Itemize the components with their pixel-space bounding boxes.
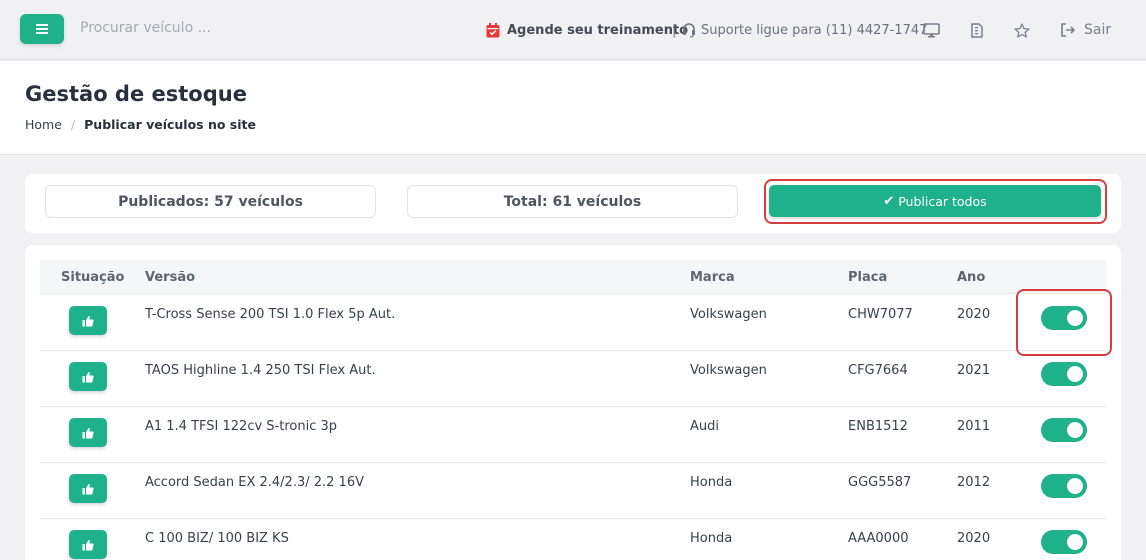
publish-all-label: Publicar todos xyxy=(898,193,987,209)
summary-card: Publicados: 57 veículos Total: 61 veícul… xyxy=(25,174,1121,233)
cell-ano: 2020 xyxy=(957,307,991,322)
separator: | xyxy=(672,22,677,38)
menu-button[interactable] xyxy=(20,14,64,44)
table-row: Accord Sedan EX 2.4/2.3/ 2.2 16V Honda G… xyxy=(40,463,1106,519)
schedule-training-label: Agende seu treinamento xyxy=(507,22,689,38)
support-label: Suporte ligue para (11) 4427-1747 xyxy=(701,22,928,38)
col-ano: Ano xyxy=(957,270,986,285)
cell-placa: ENB1512 xyxy=(848,419,908,434)
thumbs-up-icon xyxy=(82,539,94,550)
publish-all-button[interactable]: ✔ Publicar todos xyxy=(769,185,1101,217)
table-row: C 100 BIZ/ 100 BIZ KS Honda AAA0000 2020 xyxy=(40,519,1106,560)
total-count: Total: 61 veículos xyxy=(407,185,738,218)
thumbs-up-button[interactable] xyxy=(69,474,107,503)
thumbs-up-icon xyxy=(82,483,94,494)
col-situacao: Situação xyxy=(61,270,125,285)
table-row: TAOS Highline 1.4 250 TSI Flex Aut. Volk… xyxy=(40,351,1106,407)
vehicles-table-card: Situação Versão Marca Placa Ano T-Cross … xyxy=(25,245,1121,560)
logout-button[interactable]: Sair xyxy=(1060,0,1111,60)
cell-placa: AAA0000 xyxy=(848,531,909,546)
publish-toggle[interactable] xyxy=(1041,418,1087,442)
col-placa: Placa xyxy=(848,270,888,285)
cell-versao: T-Cross Sense 200 TSI 1.0 Flex 5p Aut. xyxy=(145,307,396,322)
breadcrumb: Home / Publicar veículos no site xyxy=(25,117,256,132)
cell-marca: Volkswagen xyxy=(690,363,767,378)
breadcrumb-home[interactable]: Home xyxy=(25,117,62,132)
toggle-knob xyxy=(1067,310,1083,326)
publish-toggle[interactable] xyxy=(1041,306,1087,330)
toggle-knob xyxy=(1067,366,1083,382)
page-header: Gestão de estoque Home / Publicar veícul… xyxy=(0,61,1146,155)
cell-ano: 2012 xyxy=(957,475,991,490)
table-row: T-Cross Sense 200 TSI 1.0 Flex 5p Aut. V… xyxy=(40,295,1106,351)
headset-icon xyxy=(683,23,695,38)
thumbs-up-icon xyxy=(82,371,94,382)
table-row: A1 1.4 TFSI 122cv S-tronic 3p Audi ENB15… xyxy=(40,407,1106,463)
cell-marca: Honda xyxy=(690,531,733,546)
breadcrumb-current: Publicar veículos no site xyxy=(84,117,256,132)
top-bar: Agende seu treinamento | Suporte ligue p… xyxy=(0,0,1146,60)
cell-marca: Volkswagen xyxy=(690,307,767,322)
menu-icon xyxy=(36,28,48,30)
thumbs-up-button[interactable] xyxy=(69,306,107,335)
cell-ano: 2011 xyxy=(957,419,991,434)
cell-placa: CHW7077 xyxy=(848,307,913,322)
breadcrumb-separator: / xyxy=(70,117,76,132)
publish-toggle[interactable] xyxy=(1041,530,1087,554)
published-count: Publicados: 57 veículos xyxy=(45,185,376,218)
logout-icon xyxy=(1061,23,1076,37)
monitor-icon[interactable] xyxy=(922,22,940,38)
thumbs-up-button[interactable] xyxy=(69,362,107,391)
col-marca: Marca xyxy=(690,270,735,285)
publish-toggle[interactable] xyxy=(1041,362,1087,386)
cell-ano: 2021 xyxy=(957,363,991,378)
thumbs-up-button[interactable] xyxy=(69,530,107,559)
star-icon[interactable] xyxy=(1013,22,1031,38)
document-icon[interactable] xyxy=(968,22,986,38)
cell-marca: Audi xyxy=(690,419,719,434)
check-icon: ✔ xyxy=(883,193,895,209)
thumbs-up-icon xyxy=(82,315,94,326)
support-info: Suporte ligue para (11) 4427-1747 xyxy=(681,0,927,60)
toggle-knob xyxy=(1067,478,1083,494)
cell-ano: 2020 xyxy=(957,531,991,546)
toggle-knob xyxy=(1067,422,1083,438)
toggle-knob xyxy=(1067,534,1083,550)
schedule-training-link[interactable]: Agende seu treinamento xyxy=(486,0,688,60)
cell-versao: A1 1.4 TFSI 122cv S-tronic 3p xyxy=(145,419,338,434)
cell-placa: GGG5587 xyxy=(848,475,912,490)
col-versao: Versão xyxy=(145,270,196,285)
search-input[interactable] xyxy=(80,20,340,36)
cell-versao: C 100 BIZ/ 100 BIZ KS xyxy=(145,531,289,546)
publish-toggle[interactable] xyxy=(1041,474,1087,498)
table-header: Situação Versão Marca Placa Ano xyxy=(40,260,1106,294)
page-title: Gestão de estoque xyxy=(25,82,247,106)
cell-marca: Honda xyxy=(690,475,733,490)
thumbs-up-button[interactable] xyxy=(69,418,107,447)
cell-placa: CFG7664 xyxy=(848,363,908,378)
thumbs-up-icon xyxy=(82,427,94,438)
calendar-icon xyxy=(486,22,500,37)
cell-versao: Accord Sedan EX 2.4/2.3/ 2.2 16V xyxy=(145,475,364,490)
cell-versao: TAOS Highline 1.4 250 TSI Flex Aut. xyxy=(145,363,376,378)
logout-label: Sair xyxy=(1084,22,1112,38)
